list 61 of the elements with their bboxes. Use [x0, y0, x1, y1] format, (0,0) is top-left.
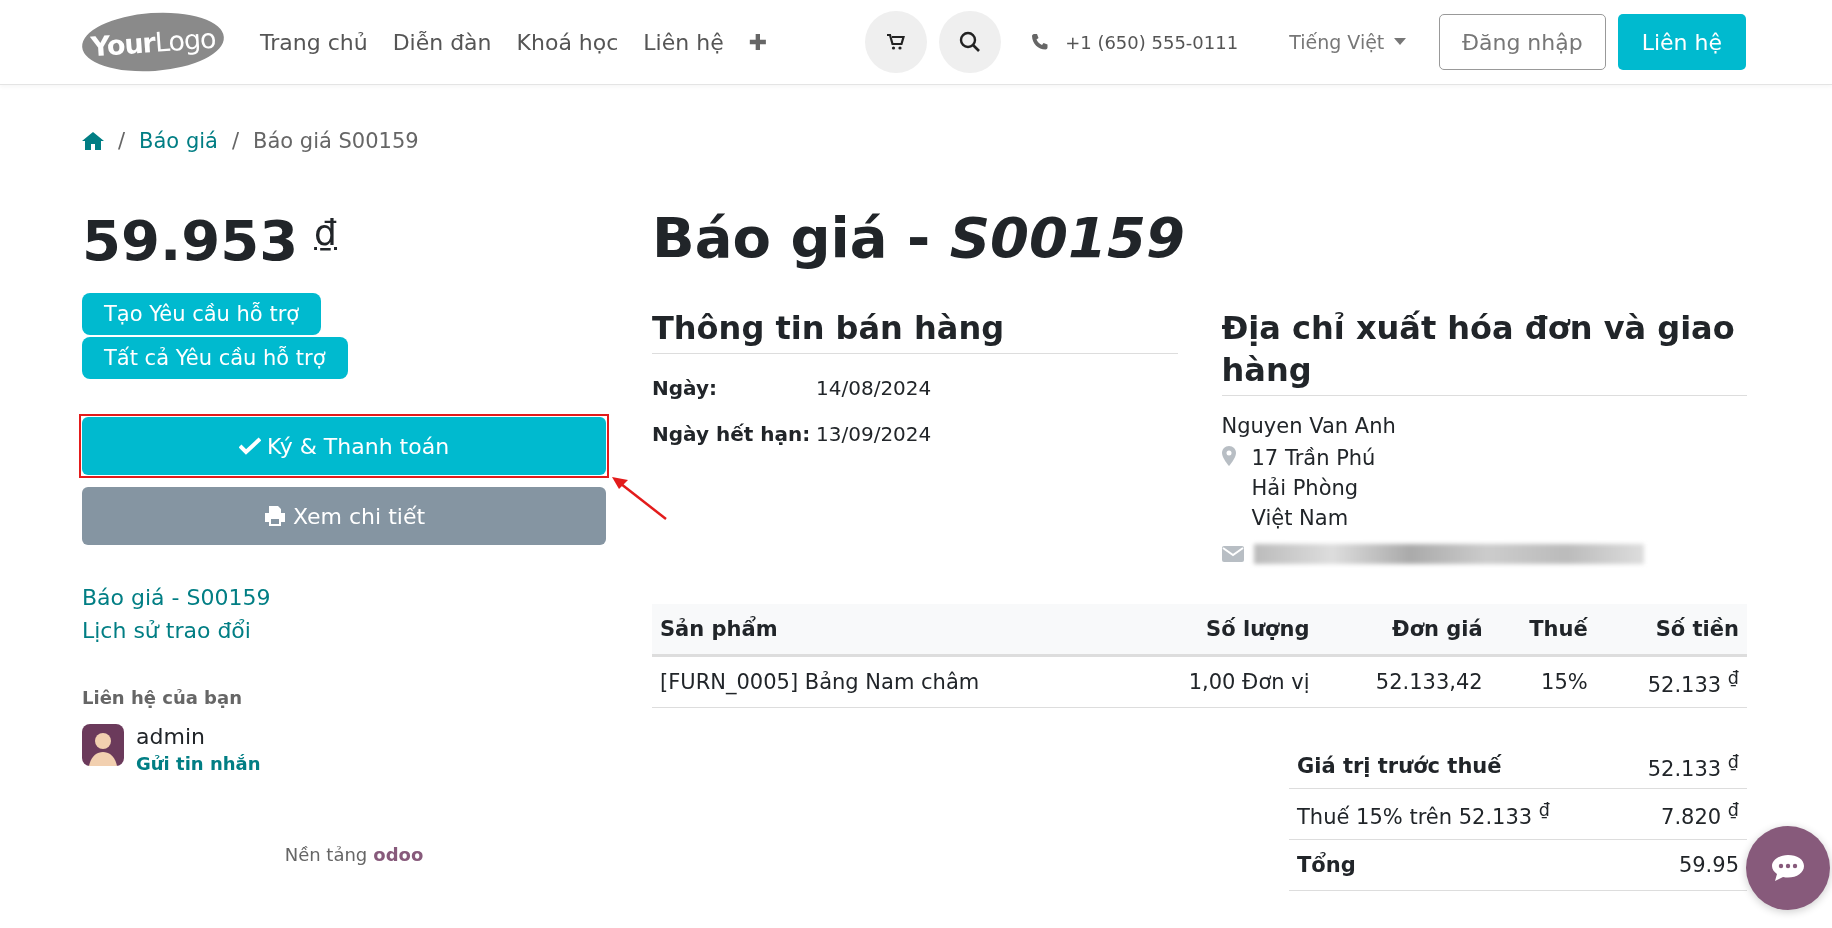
nav-link[interactable]: Báo giá - S00159	[82, 585, 606, 610]
address-line: 17 Trần Phú	[1251, 446, 1376, 470]
cart-icon	[887, 34, 906, 50]
nav-link[interactable]: Trang chủ	[260, 29, 368, 55]
nav-link[interactable]: Liên hệ	[643, 29, 724, 55]
table-cell: 52.133,42	[1317, 655, 1491, 708]
table-cell: [FURN_0005] Bảng Nam châm	[652, 655, 1125, 708]
chat-icon	[1771, 854, 1805, 882]
breadcrumb-separator: /	[231, 129, 239, 153]
send-message-link[interactable]: Gửi tin nhắn	[136, 753, 261, 774]
map-pin-icon	[1221, 446, 1236, 466]
column-header: Đơn giá	[1317, 604, 1491, 656]
envelope-icon	[1221, 546, 1244, 562]
login-button[interactable]: Đăng nhập	[1438, 14, 1606, 70]
breadcrumb-current: Báo giá S00159	[253, 129, 419, 153]
chat-button[interactable]	[1746, 826, 1830, 910]
field-label: Ngày hết hạn:	[652, 422, 812, 446]
nav-link[interactable]: Diễn đàn	[392, 29, 492, 55]
search-icon	[959, 31, 982, 53]
address-line: Hải Phòng	[1251, 476, 1360, 500]
avatar-icon	[82, 724, 124, 766]
field-value: 14/08/2024	[816, 376, 932, 400]
total-value: 7.820 $^{₫}$	[1661, 799, 1739, 829]
total-amount: 59.953	[82, 211, 299, 271]
brand-logo[interactable]: odoo	[373, 844, 424, 865]
total-label: Giá trị trước thuế	[1297, 754, 1502, 778]
table-cell: 15%	[1490, 655, 1596, 708]
caret-icon	[1394, 38, 1407, 46]
field-label: Ngày:	[652, 376, 718, 400]
customer-name: Nguyen Van Anh	[1221, 414, 1397, 438]
column-header: Số lượng	[1124, 604, 1318, 656]
nav-link[interactable]: Khoá học	[516, 29, 619, 55]
view-details-button[interactable]: Xem chi tiết	[82, 487, 606, 545]
powered-by-text: Nền tảng	[284, 844, 368, 865]
language-dropdown[interactable]: Tiếng Việt	[1283, 30, 1413, 54]
total-label: Tổng	[1297, 853, 1356, 877]
column-header: Sản phẩm	[652, 604, 1125, 656]
column-header: Thuế	[1490, 604, 1596, 656]
table-cell: 1,00 Đơn vị	[1124, 655, 1318, 708]
home-icon[interactable]	[82, 132, 104, 150]
phone-number[interactable]: +1 (650) 555-0111	[1065, 31, 1239, 53]
breadcrumb-link[interactable]: Báo giá	[139, 129, 218, 153]
address-line: Việt Nam	[1251, 506, 1350, 530]
total-label: Thuế 15% trên 52.133 $^{₫}$	[1297, 799, 1550, 829]
check-icon	[238, 437, 261, 455]
breadcrumb-separator: /	[118, 129, 126, 153]
total-value: 52.133 $^{₫}$	[1647, 751, 1739, 781]
section-heading: Địa chỉ xuất hóa đơn và giao hàng	[1221, 307, 1747, 396]
page-title: Báo giá - S00159	[652, 205, 1186, 271]
nav-link[interactable]: Lịch sử trao đổi	[82, 618, 606, 643]
field-value: 13/09/2024	[816, 422, 932, 446]
phone-icon	[1031, 33, 1050, 51]
section-heading: Liên hệ của bạn	[82, 687, 243, 708]
more-menu[interactable]: ✚	[748, 29, 768, 55]
section-heading: Thông tin bán hàng	[652, 307, 1178, 354]
contact-name: admin	[136, 724, 206, 749]
currency-symbol: ₫	[314, 211, 337, 255]
total-value: 59.95	[1678, 853, 1739, 877]
column-header: Số tiền	[1595, 604, 1747, 656]
table-cell: 52.133 $^{₫}$	[1595, 655, 1747, 708]
printer-icon	[262, 505, 287, 527]
